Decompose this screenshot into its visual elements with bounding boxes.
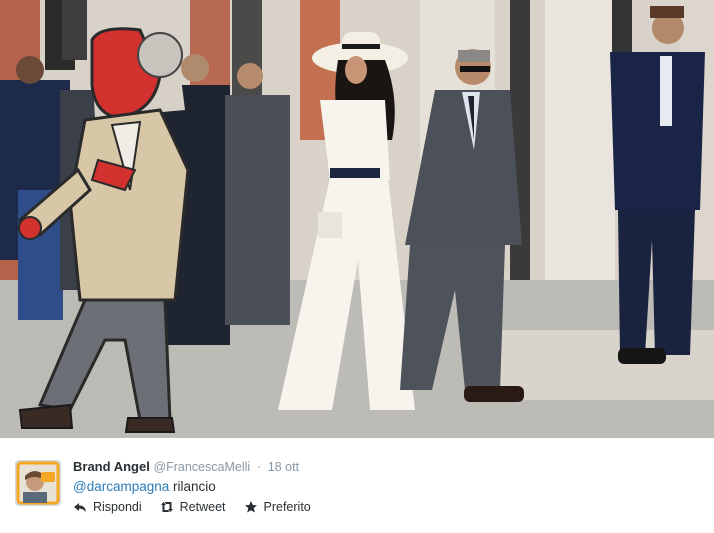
separator-dot: · (256, 459, 262, 474)
favorite-button[interactable]: Preferito (244, 500, 311, 514)
reply-icon (73, 500, 87, 514)
author-name[interactable]: Brand Angel (73, 459, 150, 474)
tweet-header: Brand Angel @FrancescaMelli · 18 ott (73, 459, 299, 475)
favorite-label: Preferito (263, 500, 311, 514)
tweet-photo[interactable] (0, 0, 714, 438)
reply-button[interactable]: Rispondi (73, 500, 142, 514)
tweet-card: Brand Angel @FrancescaMelli · 18 ott @da… (0, 438, 714, 533)
star-icon (244, 500, 258, 514)
tweet-actions: Rispondi Retweet Preferito (73, 500, 311, 514)
tweet-body: rilancio (169, 479, 216, 494)
retweet-icon (160, 500, 174, 514)
mention-link[interactable]: @darcampagna (73, 479, 169, 494)
retweet-button[interactable]: Retweet (160, 500, 226, 514)
retweet-label: Retweet (179, 500, 226, 514)
reply-label: Rispondi (93, 500, 142, 514)
avatar[interactable] (15, 460, 61, 506)
tweet-timestamp[interactable]: 18 ott (268, 460, 299, 474)
author-handle[interactable]: @FrancescaMelli (153, 460, 250, 474)
tweet-text: @darcampagna rilancio (73, 478, 216, 496)
